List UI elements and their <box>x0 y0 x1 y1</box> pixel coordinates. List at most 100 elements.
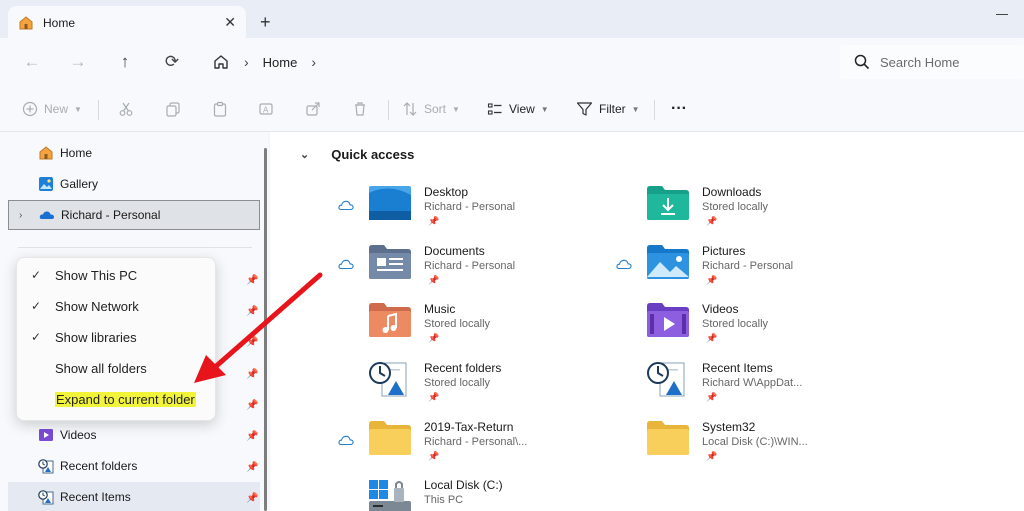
nav-divider <box>18 247 252 248</box>
checkmark-icon: ✓ <box>30 299 42 313</box>
pin-icon[interactable]: 📌 <box>246 400 258 411</box>
item-name: Local Disk (C:) <box>424 478 503 492</box>
expand-chevron-icon[interactable]: › <box>19 210 22 221</box>
sort-icon <box>403 102 417 116</box>
item-location: Richard - Personal <box>424 260 516 272</box>
view-button[interactable]: View ▼ <box>487 96 549 122</box>
sidebar-item-home[interactable]: Home <box>8 138 260 168</box>
sort-button[interactable]: Sort ▼ <box>402 96 460 122</box>
sort-chevron-down-icon: ▼ <box>452 104 460 114</box>
up-icon[interactable]: ↑ <box>114 51 136 73</box>
pin-icon[interactable]: 📌 <box>428 333 439 344</box>
forward-icon[interactable]: → <box>67 51 89 73</box>
pin-icon[interactable]: 📌 <box>706 392 717 403</box>
collapse-chevron-icon[interactable]: ⌄ <box>300 148 309 161</box>
cloud-icon <box>616 259 632 269</box>
pin-icon[interactable]: 📌 <box>428 451 439 462</box>
divider <box>654 100 655 120</box>
search-input[interactable] <box>880 54 1020 70</box>
item-name: Recent folders <box>424 361 502 375</box>
quick-access-header[interactable]: ⌄ Quick access <box>300 147 414 162</box>
breadcrumb-home[interactable]: Home <box>263 55 298 70</box>
minimize-button[interactable] <box>996 14 1008 15</box>
pin-icon[interactable]: 📌 <box>246 431 258 442</box>
item-location: Stored locally <box>702 201 769 213</box>
tab-home[interactable]: Home ✕ <box>8 6 246 39</box>
tab-title: Home <box>43 15 76 30</box>
search-icon <box>854 54 870 70</box>
share-button[interactable] <box>305 96 321 122</box>
delete-icon <box>355 102 365 116</box>
pin-icon[interactable]: 📌 <box>706 451 717 462</box>
quick-access-item-videos[interactable]: Videos Stored locally 📌 <box>616 302 866 356</box>
pin-icon[interactable]: 📌 <box>246 493 258 504</box>
breadcrumb-chevron[interactable]: › <box>311 54 316 70</box>
quick-access-item-documents[interactable]: Documents Richard - Personal 📌 <box>338 244 588 298</box>
quick-access-item-music[interactable]: Music Stored locally 📌 <box>338 302 588 356</box>
back-icon[interactable]: ← <box>21 51 43 73</box>
filter-button[interactable]: Filter ▼ <box>576 96 640 122</box>
item-location: Local Disk (C:)\WIN... <box>702 436 808 448</box>
home-icon <box>39 146 53 160</box>
pin-icon[interactable]: 📌 <box>428 275 439 286</box>
sidebar-item-gallery[interactable]: Gallery <box>8 169 260 199</box>
refresh-icon[interactable]: ⟳ <box>161 51 183 73</box>
sidebar-item-label: Home <box>60 146 93 160</box>
sidebar-item-videos[interactable]: Videos <box>8 420 260 450</box>
rename-button[interactable]: A <box>258 96 274 122</box>
item-name: 2019-Tax-Return <box>424 420 514 434</box>
cloud-icon <box>338 200 354 210</box>
more-options-button[interactable]: ··· <box>671 96 687 122</box>
share-icon <box>306 102 320 116</box>
checkmark-icon: ✓ <box>30 268 42 282</box>
close-tab-icon[interactable]: ✕ <box>224 14 236 31</box>
quick-access-item-desktop[interactable]: Desktop Richard - Personal 📌 <box>338 185 588 239</box>
pin-icon[interactable]: 📌 <box>428 216 439 227</box>
new-tab-button[interactable]: + <box>260 12 271 33</box>
copy-button[interactable] <box>165 96 181 122</box>
paste-icon <box>213 101 227 117</box>
quick-access-item-pictures[interactable]: Pictures Richard - Personal 📌 <box>616 244 866 298</box>
item-location: Richard - Personal\... <box>424 436 528 448</box>
recent-folders-icon <box>369 362 407 397</box>
quick-access-item-local-disk[interactable]: Local Disk (C:) This PC <box>338 478 588 511</box>
item-location: Richard - Personal <box>424 201 516 213</box>
quick-access-item-recent-folders[interactable]: Recent folders Stored locally 📌 <box>338 361 588 415</box>
item-location: Stored locally <box>424 318 491 330</box>
pictures-folder-icon <box>647 245 689 279</box>
sidebar-item-recent-items[interactable]: Recent Items <box>8 482 260 511</box>
filter-label: Filter <box>599 102 626 116</box>
delete-button[interactable] <box>352 96 368 122</box>
view-label: View <box>509 102 535 116</box>
cut-button[interactable] <box>118 96 134 122</box>
menu-item-label: Expand to current folder <box>55 391 196 407</box>
cut-icon <box>119 102 133 116</box>
divider <box>388 100 389 120</box>
pin-icon[interactable]: 📌 <box>246 462 258 473</box>
item-location: This PC <box>424 494 464 506</box>
sort-label: Sort <box>424 102 447 116</box>
quick-access-item-system32[interactable]: System32 Local Disk (C:)\WIN... 📌 <box>616 420 866 474</box>
view-chevron-down-icon: ▼ <box>540 104 549 114</box>
downloads-folder-icon <box>647 186 689 220</box>
search-box[interactable] <box>840 45 1024 79</box>
paste-button[interactable] <box>212 96 228 122</box>
new-button[interactable]: New ▼ <box>22 96 82 122</box>
address-bar[interactable]: › Home › <box>200 45 836 79</box>
sidebar-item-recent-folders[interactable]: Recent folders <box>8 451 260 481</box>
home-icon <box>19 15 33 29</box>
pin-icon[interactable]: 📌 <box>706 216 717 227</box>
pin-icon[interactable]: 📌 <box>706 333 717 344</box>
onedrive-icon <box>39 211 54 219</box>
videos-folder-icon <box>647 303 689 337</box>
pin-icon[interactable]: 📌 <box>706 275 717 286</box>
quick-access-item-2019-tax-return[interactable]: 2019-Tax-Return Richard - Personal\... 📌 <box>338 420 588 474</box>
pin-icon[interactable]: 📌 <box>428 392 439 403</box>
breadcrumb-separator: › <box>244 54 249 70</box>
quick-access-item-downloads[interactable]: Downloads Stored locally 📌 <box>616 185 866 239</box>
sidebar-item-onedrive[interactable]: › Richard - Personal <box>8 200 260 230</box>
address-row: ← → ↑ ⟳ › Home › <box>0 38 1024 86</box>
item-location: Stored locally <box>424 377 491 389</box>
filter-icon <box>576 102 593 116</box>
quick-access-item-recent-items[interactable]: Recent Items Richard W\AppDat... 📌 <box>616 361 866 415</box>
